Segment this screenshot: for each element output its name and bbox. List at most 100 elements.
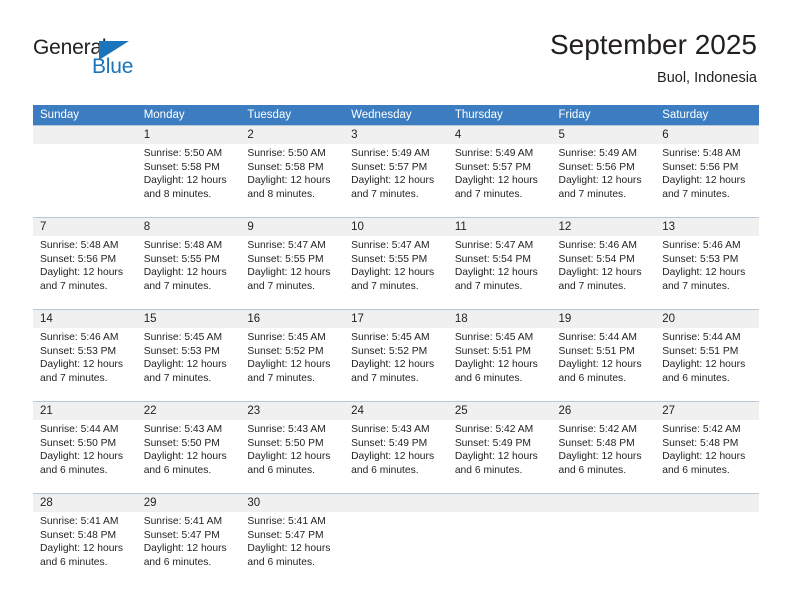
daylight-text-line2: and 6 minutes. (143, 464, 212, 476)
day-cell[interactable]: Sunrise: 5:45 AM Sunset: 5:52 PM Daylight:… (240, 328, 345, 402)
sunset-text: Sunset: 5:57 PM (351, 161, 428, 173)
sunrise-text: Sunrise: 5:49 AM (454, 148, 534, 159)
day-cell[interactable]: Sunrise: 5:49 AM Sunset: 5:56 PM Daylight:… (551, 144, 656, 218)
day-cell[interactable]: Sunrise: 5:42 AM Sunset: 5:49 PM Daylight:… (447, 420, 552, 494)
day-number[interactable]: 2 (240, 125, 345, 144)
calendar-body: 1 2 3 4 5 6 Sunrise: 5:50 AM Sunset: 5:58 PM Day… (33, 125, 759, 585)
day-cell[interactable]: Sunrise: 5:48 AM Sunset: 5:55 PM Daylight:… (136, 236, 241, 310)
weekday-header-saturday: Saturday (655, 105, 759, 126)
day-cell[interactable]: Sunrise: 5:46 AM Sunset: 5:54 PM Daylight:… (551, 236, 656, 310)
weekday-header-sunday: Sunday (33, 105, 137, 126)
sunrise-text: Sunrise: 5:43 AM (247, 424, 326, 435)
day-number[interactable]: 18 (447, 309, 552, 328)
sunset-text: Sunset: 5:51 PM (454, 345, 531, 357)
day-cell[interactable]: Sunrise: 5:44 AM Sunset: 5:50 PM Daylight:… (33, 420, 137, 494)
day-cell[interactable]: Sunrise: 5:47 AM Sunset: 5:55 PM Daylight:… (240, 236, 345, 310)
day-cell[interactable]: Sunrise: 5:49 AM Sunset: 5:57 PM Daylight:… (344, 144, 448, 218)
day-number[interactable]: 30 (240, 493, 345, 512)
day-number[interactable]: 28 (33, 493, 137, 512)
sunset-text: Sunset: 5:58 PM (247, 161, 324, 173)
sunrise-text: Sunrise: 5:42 AM (454, 424, 534, 435)
page-header: General Blue September 2025 Buol, Indone… (0, 0, 792, 100)
day-cell[interactable]: Sunrise: 5:43 AM Sunset: 5:50 PM Daylight:… (136, 420, 241, 494)
day-number[interactable]: 22 (136, 401, 241, 420)
daylight-text-line1: Daylight: 12 hours (558, 359, 642, 371)
daylight-text-line2: and 7 minutes. (247, 372, 315, 384)
day-cell[interactable]: Sunrise: 5:47 AM Sunset: 5:54 PM Daylight:… (447, 236, 552, 310)
day-cell[interactable]: Sunrise: 5:42 AM Sunset: 5:48 PM Daylight:… (655, 420, 759, 494)
sunset-text: Sunset: 5:48 PM (558, 437, 635, 449)
sunset-text: Sunset: 5:58 PM (143, 161, 220, 173)
sunrise-text: Sunrise: 5:43 AM (143, 424, 223, 435)
daylight-text-line2: and 7 minutes. (143, 372, 212, 384)
sunrise-text: Sunrise: 5:46 AM (40, 332, 119, 343)
daylight-text-line1: Daylight: 12 hours (143, 175, 227, 187)
day-cell[interactable]: Sunrise: 5:42 AM Sunset: 5:48 PM Daylight:… (551, 420, 656, 494)
day-cell[interactable]: Sunrise: 5:46 AM Sunset: 5:53 PM Daylight:… (655, 236, 759, 310)
day-number[interactable]: 5 (551, 125, 656, 144)
day-number[interactable]: 15 (136, 309, 241, 328)
day-cell[interactable]: Sunrise: 5:43 AM Sunset: 5:50 PM Daylight:… (240, 420, 345, 494)
day-number[interactable]: 3 (344, 125, 448, 144)
sunset-text: Sunset: 5:56 PM (558, 161, 635, 173)
day-cell[interactable]: Sunrise: 5:50 AM Sunset: 5:58 PM Daylight:… (136, 144, 241, 218)
sunrise-text: Sunrise: 5:50 AM (247, 148, 326, 159)
day-cell[interactable]: Sunrise: 5:50 AM Sunset: 5:58 PM Daylight:… (240, 144, 345, 218)
daylight-text-line1: Daylight: 12 hours (143, 451, 227, 463)
day-number-empty (33, 125, 137, 144)
day-number[interactable]: 8 (136, 217, 241, 236)
day-number[interactable]: 12 (551, 217, 656, 236)
day-number[interactable]: 6 (655, 125, 759, 144)
day-cell-empty (447, 512, 552, 585)
day-number[interactable]: 11 (447, 217, 552, 236)
daylight-text-line2: and 8 minutes. (247, 188, 315, 200)
day-number[interactable]: 21 (33, 401, 137, 420)
day-number[interactable]: 25 (447, 401, 552, 420)
day-number[interactable]: 10 (344, 217, 448, 236)
day-number[interactable]: 13 (655, 217, 759, 236)
sunset-text: Sunset: 5:54 PM (454, 253, 531, 265)
calendar-week-details: Sunrise: 5:44 AM Sunset: 5:50 PM Daylight:… (33, 420, 759, 494)
day-cell[interactable]: Sunrise: 5:44 AM Sunset: 5:51 PM Daylight:… (551, 328, 656, 402)
day-number[interactable]: 20 (655, 309, 759, 328)
day-number[interactable]: 7 (33, 217, 137, 236)
day-number[interactable]: 26 (551, 401, 656, 420)
day-number[interactable]: 14 (33, 309, 137, 328)
day-number[interactable]: 9 (240, 217, 345, 236)
daylight-text-line2: and 6 minutes. (454, 372, 523, 384)
sunrise-text: Sunrise: 5:48 AM (662, 148, 741, 159)
calendar-week-details: Sunrise: 5:48 AM Sunset: 5:56 PM Daylight:… (33, 236, 759, 310)
day-cell[interactable]: Sunrise: 5:45 AM Sunset: 5:53 PM Daylight:… (136, 328, 241, 402)
calendar-week-details: Sunrise: 5:50 AM Sunset: 5:58 PM Daylight:… (33, 144, 759, 218)
day-cell[interactable]: Sunrise: 5:46 AM Sunset: 5:53 PM Daylight:… (33, 328, 137, 402)
day-number[interactable]: 19 (551, 309, 656, 328)
daylight-text-line2: and 7 minutes. (40, 280, 108, 292)
day-number[interactable]: 24 (344, 401, 448, 420)
day-number[interactable]: 1 (136, 125, 241, 144)
sunrise-text: Sunrise: 5:44 AM (40, 424, 119, 435)
day-cell[interactable]: Sunrise: 5:45 AM Sunset: 5:52 PM Daylight:… (344, 328, 448, 402)
day-cell[interactable]: Sunrise: 5:47 AM Sunset: 5:55 PM Daylight:… (344, 236, 448, 310)
weekday-header-tuesday: Tuesday (240, 105, 345, 126)
day-cell[interactable]: Sunrise: 5:49 AM Sunset: 5:57 PM Daylight:… (447, 144, 552, 218)
day-cell[interactable]: Sunrise: 5:41 AM Sunset: 5:47 PM Daylight:… (240, 512, 345, 585)
day-number[interactable]: 29 (136, 493, 241, 512)
day-cell[interactable]: Sunrise: 5:48 AM Sunset: 5:56 PM Daylight:… (655, 144, 759, 218)
day-number[interactable]: 17 (344, 309, 448, 328)
day-cell[interactable]: Sunrise: 5:41 AM Sunset: 5:47 PM Daylight:… (136, 512, 241, 585)
day-cell[interactable]: Sunrise: 5:44 AM Sunset: 5:51 PM Daylight:… (655, 328, 759, 402)
day-cell[interactable]: Sunrise: 5:45 AM Sunset: 5:51 PM Daylight:… (447, 328, 552, 402)
day-cell[interactable]: Sunrise: 5:43 AM Sunset: 5:49 PM Daylight:… (344, 420, 448, 494)
day-number[interactable]: 4 (447, 125, 552, 144)
sunset-text: Sunset: 5:48 PM (662, 437, 739, 449)
sunset-text: Sunset: 5:52 PM (247, 345, 324, 357)
day-number[interactable]: 27 (655, 401, 759, 420)
sunrise-text: Sunrise: 5:44 AM (558, 332, 637, 343)
daylight-text-line1: Daylight: 12 hours (662, 175, 746, 187)
day-cell[interactable]: Sunrise: 5:41 AM Sunset: 5:48 PM Daylight:… (33, 512, 137, 585)
calendar-week-daynumbers: 28 29 30 (33, 493, 759, 512)
day-cell[interactable]: Sunrise: 5:48 AM Sunset: 5:56 PM Daylight:… (33, 236, 137, 310)
day-number[interactable]: 16 (240, 309, 345, 328)
day-number[interactable]: 23 (240, 401, 345, 420)
daylight-text-line2: and 7 minutes. (351, 280, 419, 292)
